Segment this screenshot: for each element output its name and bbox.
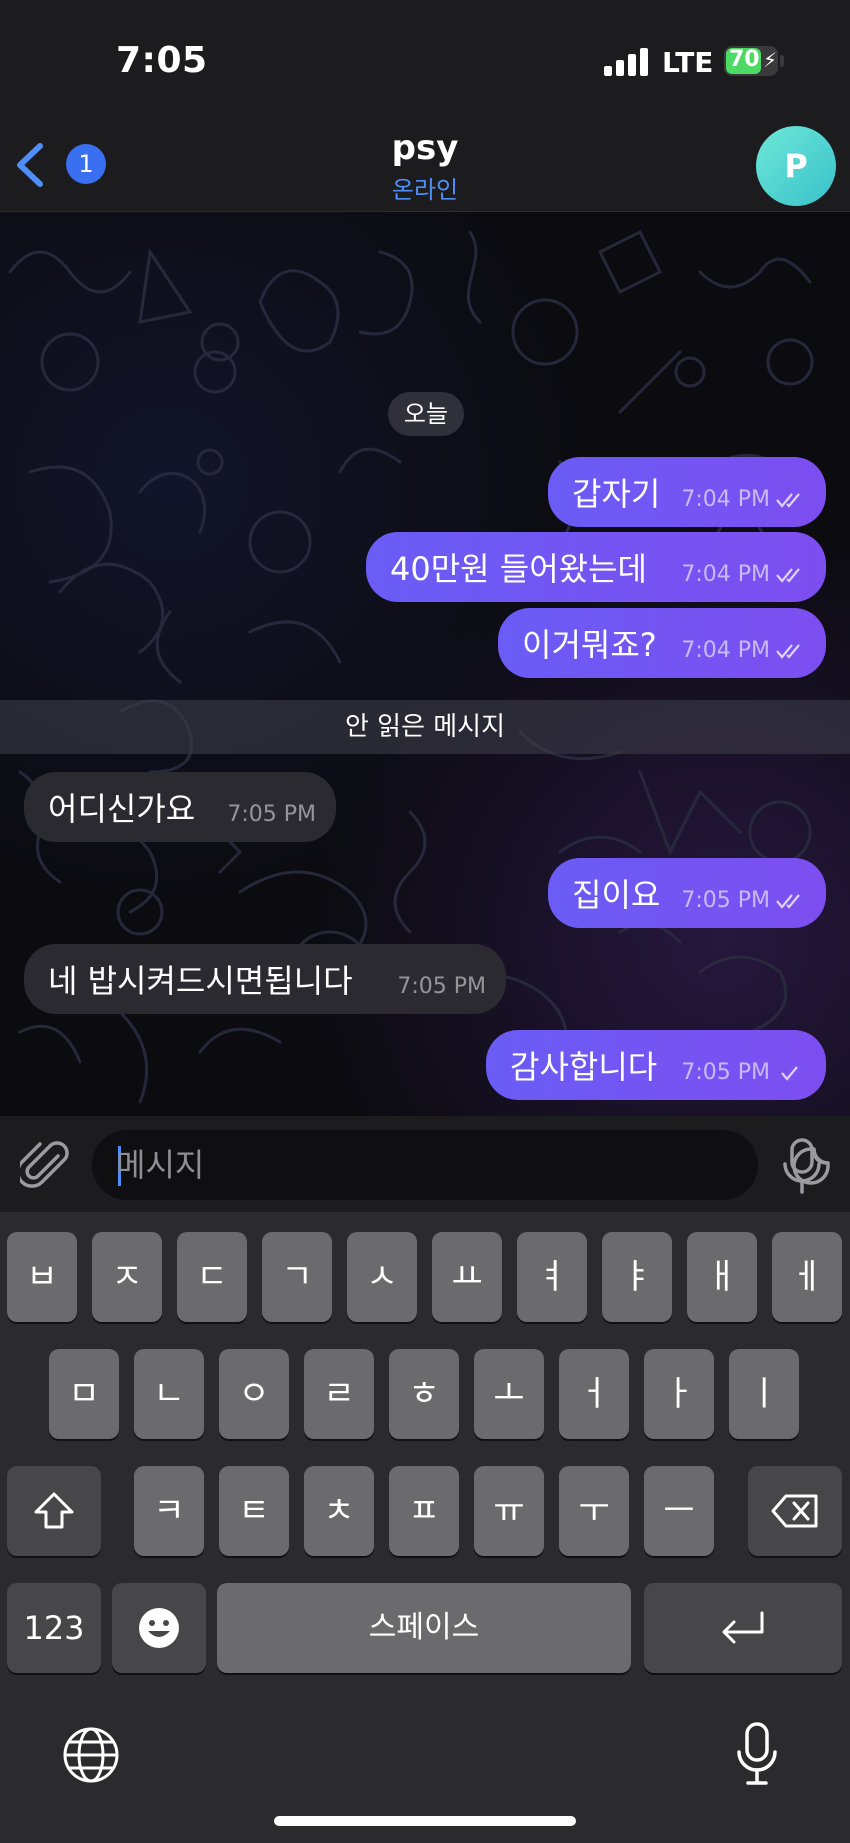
shift-key[interactable] [7, 1466, 101, 1556]
return-icon [722, 1611, 764, 1644]
key[interactable]: ㄱ [262, 1232, 332, 1322]
key[interactable]: ㅇ [219, 1349, 289, 1439]
message-meta: 7:05 PM [681, 888, 806, 913]
signal-icon [604, 48, 650, 76]
message-time: 7:05 PM [681, 888, 770, 913]
unread-messages-divider: 안 읽은 메시지 [0, 700, 850, 754]
key[interactable]: ㅛ [432, 1232, 502, 1322]
key[interactable]: ㅐ [687, 1232, 757, 1322]
message-bubble-incoming[interactable]: 어디신가요 7:05 PM [24, 772, 336, 842]
key[interactable]: ㄴ [134, 1349, 204, 1439]
message-meta: 7:05 PM [227, 802, 316, 827]
message-bubble-outgoing[interactable]: 갑자기 7:04 PM [548, 457, 826, 527]
key[interactable]: ㅓ [559, 1349, 629, 1439]
return-key[interactable] [644, 1583, 842, 1673]
chat-title[interactable]: psy [0, 128, 850, 168]
key[interactable]: ㅡ [644, 1466, 714, 1556]
double-check-icon [776, 893, 800, 909]
battery-level: 70 [729, 47, 760, 72]
key[interactable]: ㅁ [49, 1349, 119, 1439]
chat-area: 오늘 갑자기 7:04 PM 40만원 들어왔는데 7:04 PM 이거뭐죠? … [0, 212, 850, 1116]
message-input[interactable] [116, 1130, 676, 1200]
key[interactable]: ㅠ [474, 1466, 544, 1556]
message-bubble-outgoing[interactable]: 감사합니다 7:05 PM [486, 1030, 826, 1100]
message-meta: 7:04 PM [681, 562, 806, 587]
message-meta: 7:05 PM [397, 974, 486, 999]
battery-icon: 70 ⚡ [724, 46, 778, 76]
double-check-icon [776, 492, 800, 508]
key[interactable]: ㅜ [559, 1466, 629, 1556]
keyboard: ㅂ ㅈ ㄷ ㄱ ㅅ ㅛ ㅕ ㅑ ㅐ ㅔ ㅁ ㄴ ㅇ ㄹ ㅎ ㅗ ㅓ ㅏ ㅣ ㅋ … [0, 1212, 850, 1843]
double-check-icon [776, 567, 800, 583]
message-meta: 7:05 PM [681, 1060, 806, 1085]
backspace-icon [771, 1494, 818, 1528]
globe-icon[interactable] [62, 1726, 120, 1784]
message-bubble-outgoing[interactable]: 이거뭐죠? 7:04 PM [498, 608, 826, 678]
message-text: 40만원 들어왔는데 [390, 550, 647, 588]
chat-status: 온라인 [391, 176, 459, 204]
message-text: 어디신가요 [48, 790, 196, 828]
key[interactable]: ㄹ [304, 1349, 374, 1439]
key[interactable]: ㅌ [219, 1466, 289, 1556]
battery-cap [780, 55, 784, 67]
network-type: LTE [662, 46, 714, 79]
message-input-bar [0, 1116, 850, 1212]
home-indicator [274, 1816, 576, 1826]
date-separator: 오늘 [388, 392, 464, 436]
message-time: 7:05 PM [397, 974, 486, 999]
backspace-key[interactable] [748, 1466, 842, 1556]
message-input-container [92, 1130, 830, 1200]
key[interactable]: ㅔ [772, 1232, 842, 1322]
message-text: 감사합니다 [510, 1048, 658, 1086]
key[interactable]: ㅂ [7, 1232, 77, 1322]
emoji-icon [139, 1608, 179, 1648]
message-meta: 7:04 PM [681, 638, 806, 663]
key[interactable]: ㅗ [474, 1349, 544, 1439]
message-text: 집이요 [572, 876, 661, 914]
message-meta: 7:04 PM [681, 487, 806, 512]
message-bubble-outgoing[interactable]: 40만원 들어왔는데 7:04 PM [366, 532, 826, 602]
dictation-microphone-icon[interactable] [736, 1722, 778, 1786]
check-icon [781, 1065, 798, 1081]
message-time: 7:04 PM [681, 487, 770, 512]
key[interactable]: ㅈ [92, 1232, 162, 1322]
key[interactable]: ㅕ [517, 1232, 587, 1322]
shift-icon [34, 1492, 74, 1529]
double-check-icon [776, 643, 800, 659]
key[interactable]: ㅅ [347, 1232, 417, 1322]
message-text: 이거뭐죠? [522, 626, 657, 664]
emoji-key[interactable] [112, 1583, 206, 1673]
status-time: 7:05 [116, 40, 208, 81]
space-key[interactable]: 스페이스 [217, 1583, 631, 1673]
message-bubble-incoming[interactable]: 네 밥시켜드시면됩니다 7:05 PM [24, 944, 506, 1014]
message-text: 갑자기 [572, 475, 661, 513]
key[interactable]: ㅑ [602, 1232, 672, 1322]
message-time: 7:04 PM [681, 562, 770, 587]
status-bar: 7:05 LTE 70 ⚡ [0, 0, 850, 120]
key[interactable]: ㅊ [304, 1466, 374, 1556]
key[interactable]: ㄷ [177, 1232, 247, 1322]
message-time: 7:05 PM [681, 1060, 770, 1085]
chat-header: 1 psy 온라인 P [0, 120, 850, 212]
message-bubble-outgoing[interactable]: 집이요 7:05 PM [548, 858, 826, 928]
key[interactable]: ㅋ [134, 1466, 204, 1556]
key[interactable]: ㅏ [644, 1349, 714, 1439]
message-time: 7:05 PM [227, 802, 316, 827]
avatar[interactable]: P [756, 126, 836, 206]
message-text: 네 밥시켜드시면됩니다 [48, 962, 353, 1000]
charging-icon: ⚡ [763, 48, 778, 72]
key[interactable]: ㅍ [389, 1466, 459, 1556]
key[interactable]: ㅣ [729, 1349, 799, 1439]
microphone-icon[interactable] [782, 1138, 822, 1194]
numbers-key[interactable]: 123 [7, 1583, 101, 1673]
message-time: 7:04 PM [681, 638, 770, 663]
key[interactable]: ㅎ [389, 1349, 459, 1439]
paperclip-icon[interactable] [20, 1140, 70, 1192]
